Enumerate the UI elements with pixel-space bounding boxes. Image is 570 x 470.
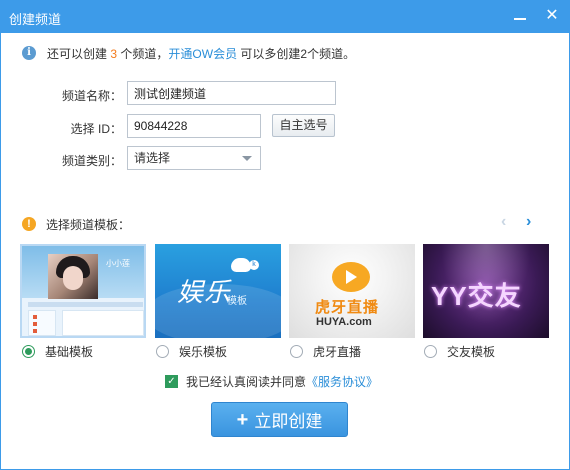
template-option-label: 交友模板: [447, 344, 496, 359]
template-option-label: 娱乐模板: [179, 344, 228, 359]
template-label: 选择频道模板：: [46, 217, 131, 232]
template-option-label: 虎牙直播: [313, 344, 362, 359]
window-title: 创建频道: [9, 12, 62, 27]
preview-list-panel: [28, 310, 56, 336]
quota-text: 还可以创建 3 个频道，开通OW会员 可以多创建2个频道。: [47, 45, 355, 62]
preview-subtitle: 模板: [227, 296, 247, 307]
close-button[interactable]: ✕: [542, 6, 562, 26]
preview-title: 虎牙直播: [315, 299, 380, 316]
agreement-text: 我已经认真阅读并同意: [186, 374, 307, 389]
quota-suffix: 个频道，: [120, 46, 169, 61]
quota-tail: 可以多创建2个频道。: [240, 46, 356, 61]
template-option-entertainment[interactable]: 娱乐模板: [156, 343, 227, 359]
preview-nick: 小小莲: [106, 259, 130, 268]
channel-name-label: 频道名称：: [61, 89, 122, 103]
preview-dot: [33, 329, 37, 333]
close-icon: ✕: [545, 7, 559, 24]
preview-subtitle: HUYA.com: [316, 316, 372, 328]
template-option-huya[interactable]: 虎牙直播: [290, 343, 361, 359]
channel-category-label: 频道类别：: [61, 154, 122, 168]
minimize-icon: [514, 18, 526, 20]
template-card-social[interactable]: YY交友: [423, 244, 549, 338]
self-pick-button[interactable]: 自主选号: [272, 114, 335, 137]
radio-selected[interactable]: [22, 344, 35, 358]
preview-mascot: [231, 258, 251, 272]
create-now-label: 立即创建: [254, 412, 323, 431]
preview-title: 娱乐: [177, 278, 232, 308]
preview-dot: [33, 315, 37, 319]
template-card-basic[interactable]: 小小莲: [20, 244, 146, 338]
agreement-row: ✓ 我已经认真阅读并同意 《服务协议》: [165, 373, 378, 389]
channel-id-label: 选择 ID：: [70, 122, 122, 136]
minimize-button[interactable]: [510, 6, 530, 26]
template-card-huya[interactable]: 虎牙直播 HUYA.com: [289, 244, 415, 338]
channel-name-input[interactable]: [127, 81, 336, 105]
preview-chat-panel: [62, 310, 144, 336]
template-option-basic[interactable]: 基础模板: [22, 343, 93, 359]
preview-badge: k: [249, 260, 259, 270]
title-bar: 创建频道 ✕: [0, 0, 570, 33]
agreement-checkbox[interactable]: ✓: [165, 374, 178, 388]
create-now-button[interactable]: + 立即创建: [211, 402, 348, 437]
category-selected-value: 请选择: [134, 151, 171, 165]
template-option-label: 基础模板: [45, 344, 94, 359]
radio-unselected[interactable]: [424, 344, 437, 358]
quota-count: 3: [110, 46, 118, 61]
channel-category-select[interactable]: 请选择: [127, 146, 261, 170]
warning-icon: !: [22, 217, 36, 231]
preview-title: YY交友: [431, 281, 522, 311]
quota-notice: i 还可以创建 3 个频道，开通OW会员 可以多创建2个频道。: [22, 45, 355, 61]
chevron-down-icon: [242, 156, 252, 161]
chevron-left-icon[interactable]: ‹: [501, 213, 515, 231]
template-option-social[interactable]: 交友模板: [424, 343, 495, 359]
play-icon: [346, 270, 357, 284]
vip-link[interactable]: 开通OW会员: [168, 47, 237, 61]
radio-unselected[interactable]: [290, 344, 303, 358]
template-card-entertainment[interactable]: k 娱乐 模板: [155, 244, 281, 338]
template-header: ! 选择频道模板：: [22, 216, 130, 232]
quota-prefix: 还可以创建: [47, 46, 108, 61]
chevron-right-icon[interactable]: ›: [526, 213, 540, 231]
radio-unselected[interactable]: [156, 344, 169, 358]
preview-face: [63, 266, 83, 290]
preview-dot: [33, 322, 37, 326]
info-icon: i: [22, 46, 36, 60]
service-agreement-link[interactable]: 《服务协议》: [306, 373, 378, 390]
plus-icon: +: [236, 408, 249, 431]
channel-id-input[interactable]: [127, 114, 261, 138]
preview-toolbar: [28, 302, 143, 307]
